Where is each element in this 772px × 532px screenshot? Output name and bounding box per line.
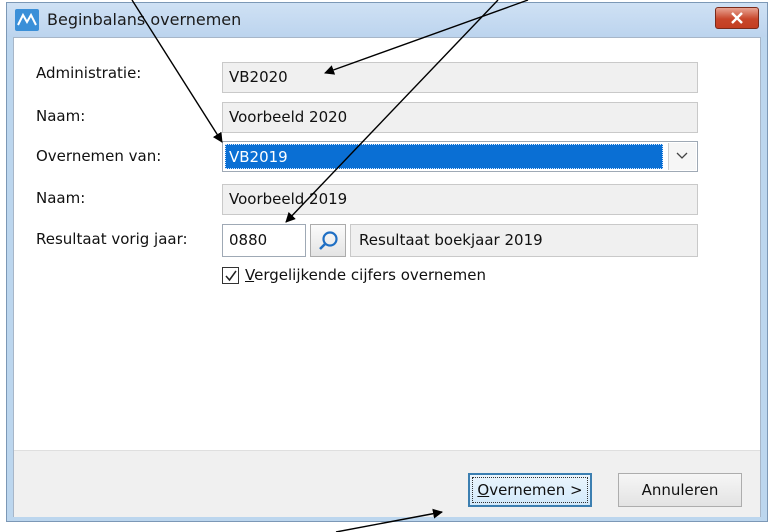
naam-source-label: Naam: <box>36 189 86 207</box>
search-icon <box>319 231 338 250</box>
close-button[interactable] <box>715 7 759 29</box>
dropdown-button[interactable] <box>668 143 696 170</box>
checkmark-icon <box>225 270 237 282</box>
app-logo-icon <box>15 9 39 31</box>
chevron-down-icon <box>676 152 688 159</box>
overnemen-button[interactable]: Overnemen > <box>468 473 592 507</box>
vergelijkende-checkbox[interactable] <box>222 267 239 284</box>
dialog-window: Beginbalans overnemen Administratie: VB2… <box>6 2 768 522</box>
button-bar: Overnemen > Annuleren <box>14 450 760 517</box>
resultaat-label: Resultaat vorig jaar: <box>36 230 188 248</box>
overnemen-van-selected-value[interactable]: VB2019 <box>225 144 663 169</box>
overnemen-van-label: Overnemen van: <box>36 147 162 165</box>
lookup-button[interactable] <box>310 224 346 257</box>
resultaat-name-field: Resultaat boekjaar 2019 <box>350 224 698 257</box>
overnemen-van-dropdown[interactable]: VB2019 <box>222 141 698 172</box>
naam-label: Naam: <box>36 107 86 125</box>
vergelijkende-text: ergelijkende cijfers overnemen <box>254 266 487 284</box>
naam-field: Voorbeeld 2020 <box>222 102 698 133</box>
window-title: Beginbalans overnemen <box>47 10 242 29</box>
naam-source-field: Voorbeeld 2019 <box>222 184 698 215</box>
dialog-body: Administratie: VB2020 Naam: Voorbeeld 20… <box>13 37 761 517</box>
administratie-field: VB2020 <box>222 62 698 93</box>
annuleren-button[interactable]: Annuleren <box>618 473 742 507</box>
resultaat-code-input[interactable]: 0880 <box>222 224 306 257</box>
close-icon <box>731 12 743 24</box>
vergelijkende-checkbox-label: Vergelijkende cijfers overnemen <box>245 266 486 284</box>
administratie-label: Administratie: <box>36 64 142 82</box>
title-bar[interactable]: Beginbalans overnemen <box>7 3 767 37</box>
focus-rect <box>472 477 588 503</box>
vergelijkende-accel: V <box>245 266 255 284</box>
